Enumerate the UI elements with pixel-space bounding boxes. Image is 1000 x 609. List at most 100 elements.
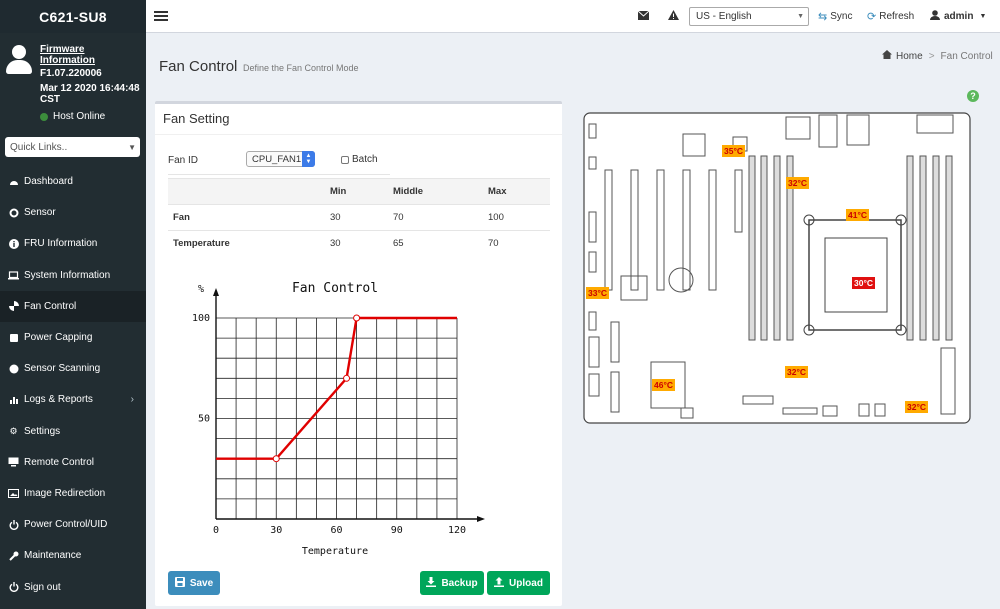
temp-label: 46°C xyxy=(652,379,675,391)
fan-setting-table: Min Middle Max Fan 30 70 100 Temperature… xyxy=(168,178,550,257)
table-cell: 70 xyxy=(388,204,483,231)
laptop-icon xyxy=(8,270,19,281)
sidebar: C621-SU8 Firmware Information F1.07.2200… xyxy=(0,0,146,609)
chart-grid xyxy=(216,317,458,519)
sidebar-item-label: Sensor Scanning xyxy=(24,363,101,375)
breadcrumb-separator: > xyxy=(928,50,935,62)
table-header-cell xyxy=(168,178,325,205)
backup-button[interactable]: Backup xyxy=(420,571,484,595)
sidebar-item-label: Image Redirection xyxy=(24,487,106,499)
sync-icon: ⇆ xyxy=(818,11,828,23)
sidebar-item-power-capping[interactable]: Power Capping xyxy=(0,322,146,353)
temp-label: 33°C xyxy=(586,287,609,299)
page-title: Fan Control xyxy=(159,58,238,75)
envelope-icon[interactable] xyxy=(637,9,650,23)
breadcrumb-home-link[interactable]: Home xyxy=(896,51,923,62)
quick-links-select[interactable]: Quick Links.. ▼ xyxy=(5,137,140,157)
y-tick-label: 100 xyxy=(192,313,210,324)
sidebar-item-label: Sensor xyxy=(24,207,56,219)
dashboard-icon xyxy=(8,176,19,187)
x-axis-arrow xyxy=(477,516,485,522)
sensor-icon xyxy=(8,207,19,218)
table-header-middle: Middle xyxy=(388,178,483,205)
data-point xyxy=(353,314,361,322)
brand-title: C621-SU8 xyxy=(0,0,146,33)
sidebar-item-system-information[interactable]: System Information xyxy=(0,260,146,291)
sidebar-item-maintenance[interactable]: Maintenance xyxy=(0,540,146,571)
language-select-value: US - English xyxy=(696,11,752,22)
y-tick-label: 50 xyxy=(198,414,210,425)
sidebar-item-dashboard[interactable]: Dashboard xyxy=(0,166,146,197)
data-point xyxy=(272,455,280,463)
sync-button[interactable]: ⇆ Sync xyxy=(818,10,852,23)
sidebar-item-label: Fan Control xyxy=(24,300,77,312)
home-icon xyxy=(882,50,892,62)
batch-checkbox-group[interactable]: Batch xyxy=(341,154,378,165)
sidebar-item-fan-control[interactable]: Fan Control xyxy=(0,290,146,322)
sidebar-item-sensor-scanning[interactable]: Sensor Scanning xyxy=(0,353,146,384)
sidebar-item-label: Dashboard xyxy=(24,176,73,188)
sidebar-item-sensor[interactable]: Sensor xyxy=(0,197,146,228)
sidebar-item-logs-reports[interactable]: Logs & Reports › xyxy=(0,384,146,415)
scan-icon xyxy=(8,363,19,374)
sidebar-item-label: Power Control/UID xyxy=(24,519,108,531)
backup-label: Backup xyxy=(441,577,478,589)
upload-label: Upload xyxy=(509,577,543,589)
user-menu[interactable]: admin ▼ xyxy=(930,10,986,23)
batch-checkbox[interactable] xyxy=(341,155,349,164)
upload-button[interactable]: Upload xyxy=(487,571,550,595)
avatar-icon xyxy=(6,45,32,75)
sync-label: Sync xyxy=(830,11,853,22)
host-status: Host Online xyxy=(40,111,140,122)
divider xyxy=(168,174,390,175)
chart-icon xyxy=(8,394,19,405)
user-panel: Firmware Information F1.07.220006 Mar 12… xyxy=(0,33,146,129)
y-axis-arrow xyxy=(213,288,219,296)
monitor-icon xyxy=(8,457,19,468)
fan-control-chart[interactable]: Fan Control%TemperatureFan03060901205010… xyxy=(190,275,490,565)
power-capping-icon xyxy=(8,332,19,343)
temp-label: 32°C xyxy=(785,366,808,378)
power-icon xyxy=(8,519,19,530)
fan-id-value: CPU_FAN1 xyxy=(252,153,302,165)
firmware-version: F1.07.220006 xyxy=(40,68,102,79)
sidebar-toggle-icon[interactable] xyxy=(154,11,168,21)
x-tick-label: 120 xyxy=(448,525,466,536)
sidebar-item-remote-control[interactable]: Remote Control xyxy=(0,447,146,478)
sidebar-item-settings[interactable]: ⚙ Settings xyxy=(0,416,146,447)
help-icon[interactable]: ? xyxy=(967,90,979,102)
x-axis-label: Temperature xyxy=(302,546,368,557)
divider xyxy=(155,134,562,135)
chart-axes xyxy=(213,288,485,522)
quick-links-placeholder: Quick Links.. xyxy=(10,141,68,153)
data-point xyxy=(343,374,351,382)
x-tick-label: 0 xyxy=(213,525,219,536)
sidebar-item-image-redirection[interactable]: Image Redirection xyxy=(0,478,146,509)
language-select[interactable]: US - English ▼ xyxy=(689,7,809,26)
refresh-button[interactable]: ⟳ Refresh xyxy=(867,10,914,23)
save-label: Save xyxy=(189,577,214,589)
download-icon xyxy=(426,576,437,590)
save-button[interactable]: Save xyxy=(168,571,220,595)
chevron-down-icon: ▼ xyxy=(979,13,987,20)
warning-icon[interactable] xyxy=(668,9,679,23)
refresh-label: Refresh xyxy=(879,11,915,22)
select-arrows-icon: ▲ ▼ xyxy=(302,151,315,167)
sidebar-item-power-control-uid[interactable]: Power Control/UID xyxy=(0,509,146,540)
image-icon xyxy=(8,488,19,499)
upload-icon xyxy=(494,576,505,590)
sidebar-item-label: Remote Control xyxy=(24,456,95,468)
sidebar-item-sign-out[interactable]: Sign out xyxy=(0,571,146,602)
host-status-label: Host Online xyxy=(53,111,106,122)
user-name: admin xyxy=(944,11,974,22)
sidebar-item-label: Maintenance xyxy=(24,550,82,562)
table-cell: 65 xyxy=(388,230,483,257)
firmware-information-link[interactable]: Firmware Information xyxy=(40,44,140,66)
fan-setting-title: Fan Setting xyxy=(163,111,230,126)
gear-icon: ⚙ xyxy=(9,425,18,436)
fan-id-select[interactable]: CPU_FAN1 ▲ ▼ xyxy=(246,151,315,167)
table-cell: 30 xyxy=(325,204,388,231)
y-axis-unit: % xyxy=(198,284,204,295)
sidebar-item-fru-information[interactable]: FRU Information xyxy=(0,228,146,259)
chevron-right-icon: › xyxy=(130,394,134,406)
